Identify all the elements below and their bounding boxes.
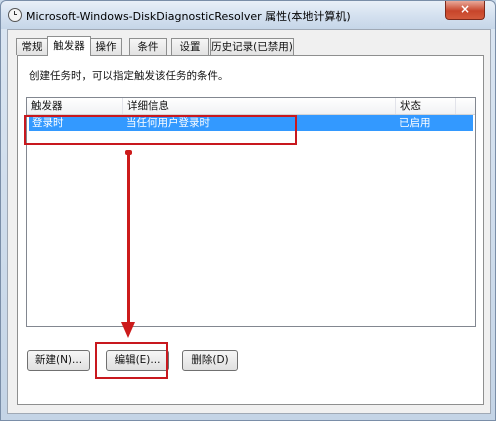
window-title: Microsoft-Windows-DiskDiagnosticResolver… <box>26 10 351 23</box>
row-details: 当任何用户登录时 <box>126 117 210 129</box>
tab-history[interactable]: 历史记录(已禁用) <box>210 38 294 55</box>
list-header: 触发器 详细信息 状态 <box>27 98 475 115</box>
close-icon: × <box>459 2 471 16</box>
trigger-list[interactable]: 触发器 详细信息 状态 登录时 当任何用户登录时 已启用 <box>26 97 476 327</box>
clock-icon <box>8 8 22 22</box>
delete-button[interactable]: 删除(D) <box>182 350 238 371</box>
tab-conditions[interactable]: 条件 <box>129 38 167 55</box>
dialog-body: 常规 触发器 操作 条件 设置 历史记录(已禁用) 创建任务时，可以指定触发该任… <box>7 29 491 414</box>
triggers-panel: 创建任务时，可以指定触发该任务的条件。 触发器 详细信息 状态 登录时 当任何用… <box>17 55 484 405</box>
column-header-details[interactable]: 详细信息 <box>123 98 396 114</box>
column-header-status[interactable]: 状态 <box>396 98 456 114</box>
title-bar[interactable]: Microsoft-Windows-DiskDiagnosticResolver… <box>1 1 495 29</box>
edit-button[interactable]: 编辑(E)... <box>106 350 169 371</box>
trigger-description: 创建任务时，可以指定触发该任务的条件。 <box>29 70 229 82</box>
tab-general[interactable]: 常规 <box>16 38 48 55</box>
column-header-trigger[interactable]: 触发器 <box>27 98 123 114</box>
row-status: 已启用 <box>399 117 431 129</box>
arrow-shaft <box>127 153 130 325</box>
tab-actions[interactable]: 操作 <box>90 38 122 55</box>
new-button[interactable]: 新建(N)... <box>27 350 90 371</box>
tab-settings[interactable]: 设置 <box>171 38 209 55</box>
properties-window: Microsoft-Windows-DiskDiagnosticResolver… <box>0 0 496 421</box>
arrow-down-icon <box>121 322 135 338</box>
tab-triggers[interactable]: 触发器 <box>47 36 91 56</box>
table-row[interactable]: 登录时 当任何用户登录时 已启用 <box>29 115 473 131</box>
close-button[interactable]: × <box>445 1 485 20</box>
row-trigger: 登录时 <box>32 117 64 129</box>
